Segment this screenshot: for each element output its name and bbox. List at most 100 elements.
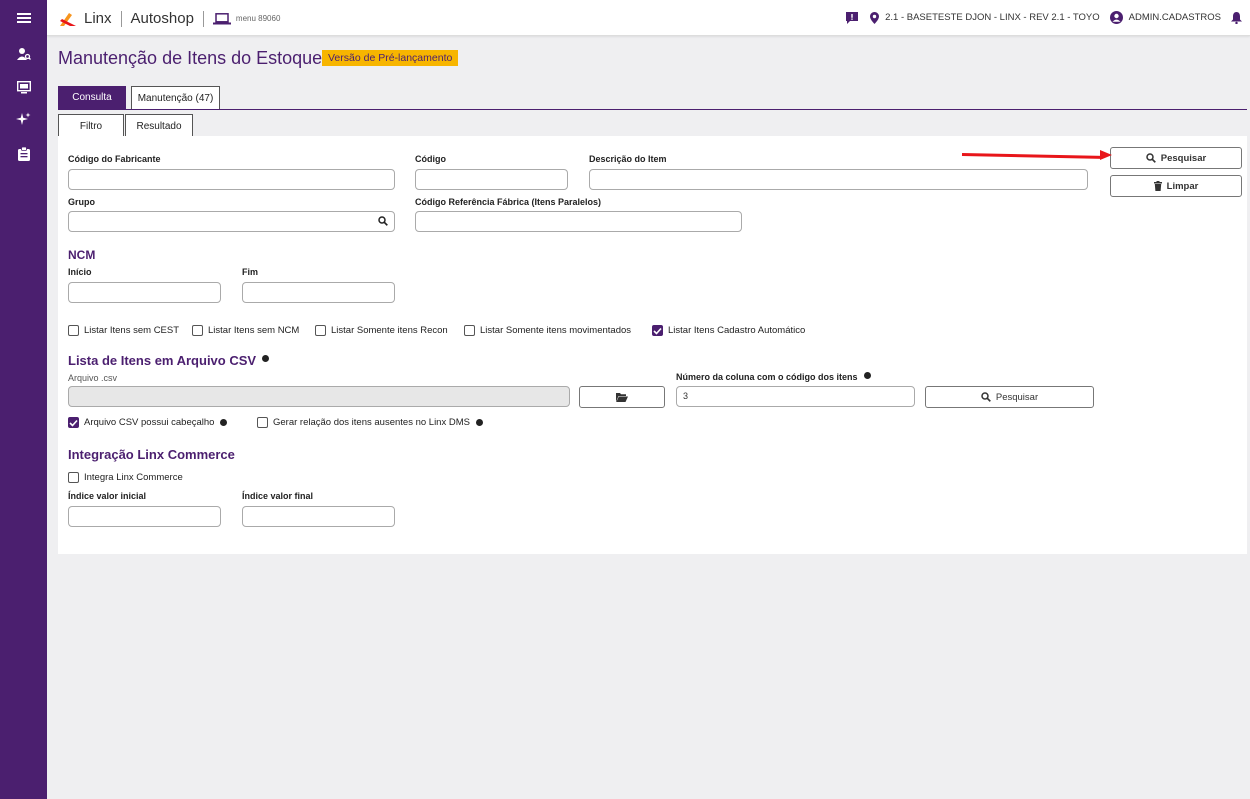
ref-fabrica-input[interactable] — [415, 211, 742, 232]
check-icon — [69, 419, 78, 427]
checkbox-csv-cabecalho[interactable]: Arquivo CSV possui cabeçalho — [68, 417, 228, 428]
checkbox-label: Listar Itens sem NCM — [208, 325, 300, 336]
checkbox-label: Listar Somente itens Recon — [331, 325, 448, 336]
limpar-label: Limpar — [1166, 180, 1199, 192]
commerce-title: Integração Linx Commerce — [68, 447, 235, 462]
pesquisar-label: Pesquisar — [1160, 152, 1207, 164]
user-avatar-icon — [1109, 11, 1123, 24]
menu-number: menu 89060 — [235, 14, 281, 23]
checkbox-box[interactable] — [192, 325, 203, 336]
prerelease-badge: Versão de Pré-lançamento — [322, 50, 459, 66]
info-icon[interactable] — [475, 419, 483, 426]
csv-title-text: Lista de Itens em Arquivo CSV — [68, 353, 257, 368]
checkbox-box[interactable] — [68, 472, 79, 483]
annotation-arrow-head — [1100, 150, 1112, 160]
user-name[interactable]: ADMIN.CADASTROS — [1129, 12, 1221, 23]
tab-manutencao[interactable]: Manutenção (47) — [131, 86, 220, 109]
browse-folder-button[interactable] — [579, 386, 665, 408]
check-icon — [653, 327, 662, 335]
csv-title: Lista de Itens em Arquivo CSV — [68, 353, 270, 368]
page-title: Manutenção de Itens do Estoque — [58, 48, 323, 68]
main-tab-underline — [58, 109, 1247, 110]
laptop-icon — [212, 12, 231, 25]
user-search-icon[interactable] — [0, 42, 47, 66]
grupo-label: Grupo — [68, 197, 95, 207]
codigo-label: Código — [415, 154, 446, 164]
ncm-inicio-input[interactable] — [68, 282, 221, 303]
checkbox-label: Integra Linx Commerce — [84, 472, 183, 483]
checkbox-box[interactable] — [257, 417, 268, 428]
location-text[interactable]: 2.1 - BASETESTE DJON - LINX - REV 2.1 - … — [885, 12, 1100, 23]
checkbox-somente-recon[interactable]: Listar Somente itens Recon — [315, 325, 448, 336]
descricao-label: Descrição do Item — [589, 154, 667, 164]
grupo-input[interactable] — [68, 211, 395, 232]
checkbox-cadastro-automatico[interactable]: Listar Itens Cadastro Automático — [652, 325, 805, 336]
info-icon[interactable] — [262, 355, 270, 362]
ref-fabrica-label: Código Referência Fábrica (Itens Paralel… — [415, 197, 602, 207]
filter-panel — [58, 136, 1247, 554]
clipboard-icon[interactable] — [0, 142, 47, 166]
column-number-label: Número da coluna com o código dos itens — [676, 372, 871, 382]
product-name: Autoshop — [130, 10, 194, 27]
brand-name: Linx — [84, 10, 112, 27]
checkbox-gerar-ausentes[interactable]: Gerar relação dos itens ausentes no Linx… — [257, 417, 483, 428]
checkbox-sem-ncm[interactable]: Listar Itens sem NCM — [192, 325, 299, 336]
search-icon — [981, 392, 991, 402]
grupo-search-icon[interactable] — [378, 216, 388, 226]
menu-icon[interactable] — [0, 6, 47, 30]
checkbox-integra-commerce[interactable]: Integra Linx Commerce — [68, 472, 183, 483]
folder-open-icon — [616, 392, 628, 402]
monitor-icon[interactable] — [0, 75, 47, 99]
checkbox-label: Arquivo CSV possui cabeçalho — [84, 417, 215, 428]
location-pin-icon — [870, 11, 880, 24]
product-divider — [202, 10, 204, 27]
info-icon[interactable] — [863, 372, 871, 379]
brand-divider — [120, 10, 122, 27]
indice-inicial-label: Índice valor inicial — [68, 491, 147, 501]
column-number-input[interactable]: 3 — [676, 386, 915, 407]
tab-consulta[interactable]: Consulta — [58, 86, 126, 109]
checkbox-box[interactable] — [464, 325, 475, 336]
fim-label: Fim — [242, 267, 259, 277]
checkbox-label: Listar Itens Cadastro Automático — [668, 325, 806, 336]
checkbox-sem-cest[interactable]: Listar Itens sem CEST — [68, 325, 179, 336]
codigo-input[interactable] — [415, 169, 568, 190]
checkbox-box-checked[interactable] — [68, 417, 79, 428]
ncm-fim-input[interactable] — [242, 282, 395, 303]
checkbox-box-checked[interactable] — [652, 325, 663, 336]
indice-inicial-input[interactable] — [68, 506, 221, 527]
arquivo-csv-input — [68, 386, 570, 407]
arquivo-csv-label: Arquivo .csv — [68, 373, 118, 383]
indice-final-input[interactable] — [242, 506, 395, 527]
checkbox-somente-movimentados[interactable]: Listar Somente itens movimentados — [464, 325, 631, 336]
top-right-area: 2.1 - BASETESTE DJON - LINX - REV 2.1 - … — [846, 11, 1242, 24]
top-bar: Linx Autoshop menu 89060 2.1 - BASETESTE… — [47, 0, 1250, 36]
checkbox-box[interactable] — [315, 325, 326, 336]
chat-alert-icon[interactable] — [846, 11, 859, 24]
trash-icon — [1153, 181, 1162, 191]
linx-logo-icon — [60, 12, 76, 26]
csv-pesquisar-button[interactable]: Pesquisar — [925, 386, 1094, 408]
limpar-button[interactable]: Limpar — [1110, 175, 1242, 197]
fabricante-label: Código do Fabricante — [68, 154, 161, 164]
indice-final-label: Índice valor final — [242, 491, 314, 501]
info-icon[interactable] — [220, 419, 228, 426]
descricao-input[interactable] — [589, 169, 1088, 190]
sidebar — [0, 0, 47, 799]
brand: Linx Autoshop menu 89060 — [60, 10, 280, 27]
sparkle-icon[interactable] — [0, 107, 47, 131]
inicio-label: Início — [68, 267, 92, 277]
tab-resultado[interactable]: Resultado — [125, 114, 193, 137]
tab-filtro[interactable]: Filtro — [58, 114, 124, 137]
bell-icon[interactable] — [1231, 11, 1242, 24]
checkbox-label: Gerar relação dos itens ausentes no Linx… — [273, 417, 470, 428]
fabricante-input[interactable] — [68, 169, 395, 190]
checkbox-label: Listar Itens sem CEST — [84, 325, 180, 336]
checkbox-box[interactable] — [68, 325, 79, 336]
checkbox-label: Listar Somente itens movimentados — [480, 325, 632, 336]
ncm-title: NCM — [68, 248, 96, 262]
column-number-text: Número da coluna com o código dos itens — [676, 372, 858, 382]
pesquisar-button[interactable]: Pesquisar — [1110, 147, 1242, 169]
csv-pesquisar-label: Pesquisar — [995, 391, 1039, 403]
search-icon — [1146, 153, 1156, 163]
